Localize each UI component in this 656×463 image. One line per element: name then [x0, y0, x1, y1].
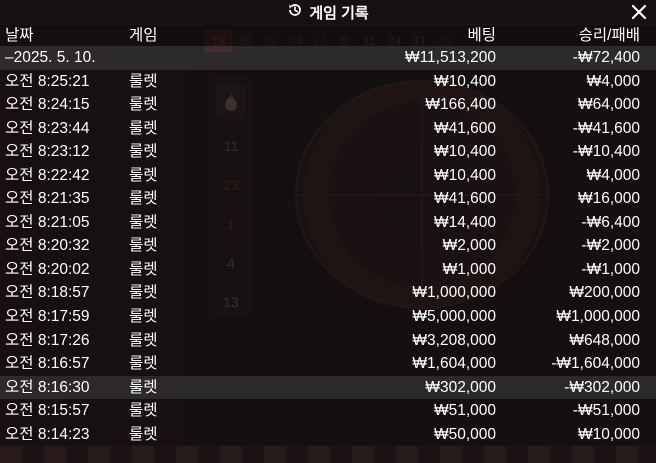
row-result: ₩10,000: [577, 425, 640, 443]
group-total-result: -₩72,400: [572, 49, 640, 66]
row-bet: ₩14,400: [433, 213, 496, 231]
row-result: ₩16,000: [577, 190, 640, 208]
row-time: 오전 8:18:57: [5, 284, 90, 302]
row-time: 오전 8:21:35: [5, 190, 90, 208]
row-bet: ₩10,400: [433, 166, 496, 184]
row-game: 룰렛: [129, 166, 158, 184]
row-time: 오전 8:17:59: [5, 308, 90, 326]
row-bet: ₩3,208,000: [412, 331, 496, 349]
row-time: 오전 8:20:32: [5, 237, 90, 255]
row-time: 오전 8:16:57: [5, 355, 90, 373]
table-row[interactable]: 오전 8:21:05 룰렛 ₩14,400 -₩6,400: [0, 210, 656, 235]
row-result: -₩6,400: [581, 213, 640, 231]
row-game: 룰렛: [129, 402, 158, 420]
close-button[interactable]: [628, 1, 650, 23]
row-time: 오전 8:23:12: [5, 143, 90, 161]
row-result: -₩1,604,000: [551, 355, 640, 373]
table-row[interactable]: 오전 8:15:57 룰렛 ₩51,000 -₩51,000: [0, 399, 656, 423]
column-header-result: 승리/패배: [578, 27, 640, 44]
row-time: 오전 8:24:15: [5, 96, 90, 114]
row-game: 룰렛: [129, 143, 158, 161]
row-time: 오전 8:22:42: [5, 166, 90, 184]
column-header-bet: 베팅: [467, 27, 496, 44]
table-row[interactable]: 오전 8:20:02 룰렛 ₩1,000 -₩1,000: [0, 257, 656, 282]
row-game: 룰렛: [129, 119, 158, 137]
table-row[interactable]: 오전 8:16:57 룰렛 ₩1,604,000 -₩1,604,000: [0, 352, 656, 376]
row-time: 오전 8:14:23: [5, 425, 90, 443]
table-row[interactable]: 오전 8:22:42 룰렛 ₩10,400 ₩4,000: [0, 163, 656, 188]
table-row[interactable]: 오전 8:24:15 룰렛 ₩166,400 ₩64,000: [0, 93, 656, 117]
table-row[interactable]: 오전 8:16:30 룰렛 ₩302,000 -₩302,000: [0, 375, 656, 400]
row-result: -₩10,400: [572, 143, 640, 161]
column-header-date: 날짜: [5, 27, 34, 44]
row-game: 룰렛: [129, 237, 158, 255]
row-result: ₩64,000: [577, 96, 640, 114]
row-result: ₩4,000: [586, 166, 640, 184]
row-time: 오전 8:16:30: [5, 378, 90, 396]
row-game: 룰렛: [129, 96, 158, 114]
row-result: -₩51,000: [572, 402, 640, 420]
table-row[interactable]: 오전 8:23:44 룰렛 ₩41,600 -₩41,600: [0, 116, 656, 141]
row-game: 룰렛: [129, 425, 158, 443]
header-title-group: 게임 기록: [287, 2, 369, 23]
table-row[interactable]: 오전 8:23:12 룰렛 ₩10,400 -₩10,400: [0, 140, 656, 164]
row-result: -₩2,000: [581, 237, 640, 255]
row-bet: ₩41,600: [433, 119, 496, 137]
table-header-row: 날짜 게임 베팅 승리/패배: [0, 25, 656, 46]
row-game: 룰렛: [129, 355, 158, 373]
row-bet: ₩10,400: [433, 72, 496, 90]
table-row[interactable]: 오전 8:17:59 룰렛 ₩5,000,000 ₩1,000,000: [0, 305, 656, 329]
row-bet: ₩2,000: [442, 237, 496, 255]
group-date: –2025. 5. 10.: [5, 49, 96, 66]
row-game: 룰렛: [129, 284, 158, 302]
history-header: 게임 기록: [0, 0, 656, 24]
row-game: 룰렛: [129, 308, 158, 326]
table-row[interactable]: 오전 8:20:32 룰렛 ₩2,000 -₩2,000: [0, 234, 656, 258]
row-time: 오전 8:17:26: [5, 331, 90, 349]
history-clock-icon: [287, 2, 303, 23]
row-bet: ₩1,000,000: [412, 284, 496, 302]
row-time: 오전 8:20:02: [5, 260, 90, 278]
table-row[interactable]: 오전 8:14:23 룰렛 ₩50,000 ₩10,000: [0, 422, 656, 447]
row-bet: ₩50,000: [433, 425, 496, 443]
row-game: 룰렛: [129, 331, 158, 349]
table-row[interactable]: 오전 8:25:21 룰렛 ₩10,400 ₩4,000: [0, 69, 656, 94]
row-game: 룰렛: [129, 213, 158, 231]
group-total-bet: ₩11,513,200: [404, 49, 496, 66]
row-result: ₩4,000: [586, 72, 640, 90]
row-bet: ₩166,400: [425, 96, 496, 114]
history-table: 날짜 게임 베팅 승리/패배 –2025. 5. 10. ₩11,513,200…: [0, 25, 656, 447]
row-bet: ₩5,000,000: [412, 308, 496, 326]
row-bet: ₩41,600: [433, 190, 496, 208]
close-icon: [631, 4, 647, 20]
row-bet: ₩51,000: [433, 402, 496, 420]
row-game: 룰렛: [129, 72, 158, 90]
row-bet: ₩1,604,000: [412, 355, 496, 373]
row-result: ₩648,000: [569, 331, 640, 349]
table-row[interactable]: 오전 8:17:26 룰렛 ₩3,208,000 ₩648,000: [0, 328, 656, 353]
row-time: 오전 8:25:21: [5, 72, 90, 90]
row-result: ₩1,000,000: [556, 308, 640, 326]
row-time: 오전 8:21:05: [5, 213, 90, 231]
page-title: 게임 기록: [309, 4, 369, 22]
betting-table: [0, 445, 656, 463]
row-bet: ₩1,000: [442, 260, 496, 278]
row-game: 룰렛: [129, 378, 158, 396]
row-bet: ₩10,400: [433, 143, 496, 161]
row-game: 룰렛: [129, 260, 158, 278]
row-game: 룰렛: [129, 190, 158, 208]
column-header-game: 게임: [129, 27, 158, 44]
row-time: 오전 8:15:57: [5, 402, 90, 420]
row-time: 오전 8:23:44: [5, 119, 90, 137]
table-row[interactable]: 오전 8:18:57 룰렛 ₩1,000,000 ₩200,000: [0, 281, 656, 306]
date-group-row[interactable]: –2025. 5. 10. ₩11,513,200 -₩72,400: [0, 46, 656, 70]
row-result: ₩200,000: [569, 284, 640, 302]
table-row[interactable]: 오전 8:21:35 룰렛 ₩41,600 ₩16,000: [0, 187, 656, 211]
row-result: -₩1,000: [581, 260, 640, 278]
row-result: -₩41,600: [572, 119, 640, 137]
row-bet: ₩302,000: [425, 378, 496, 396]
row-result: -₩302,000: [564, 378, 640, 396]
